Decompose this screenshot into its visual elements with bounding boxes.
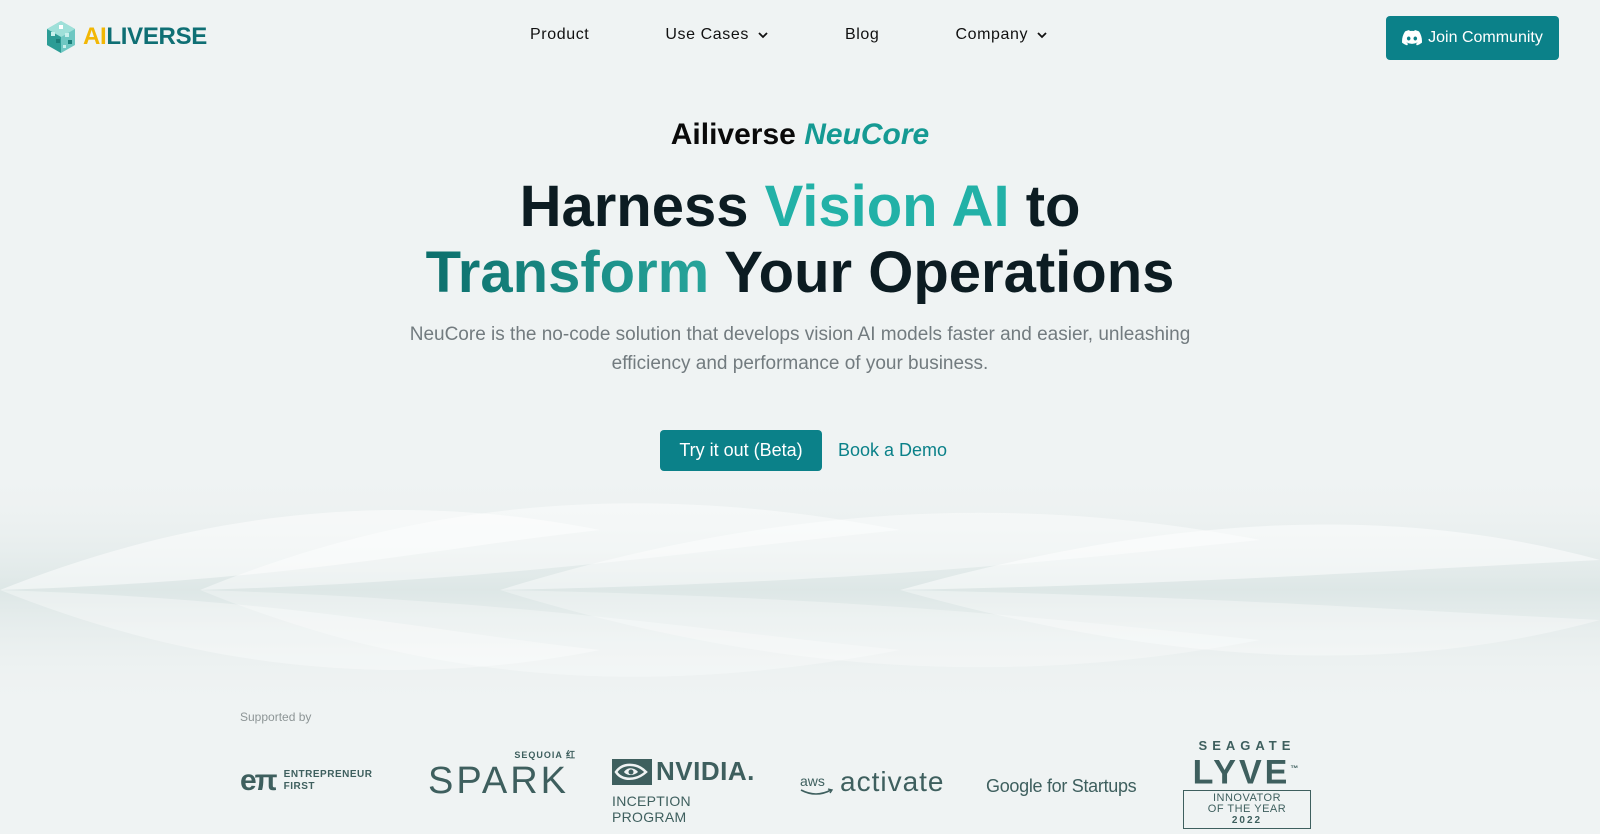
chevron-down-icon <box>1037 32 1047 39</box>
join-community-button[interactable]: Join Community <box>1386 16 1559 60</box>
logo-ai-text: AI <box>83 23 107 50</box>
headline-part3: Your Operations <box>724 240 1175 305</box>
decorative-wave-graphic <box>0 470 1600 710</box>
cube-logo-icon <box>47 21 75 53</box>
nvidia-inception-logo: NVIDIA. INCEPTION PROGRAM <box>612 756 762 825</box>
ef-line1: ENTREPRENEUR <box>283 769 373 780</box>
logo-wordmark: AILIVERSE <box>83 23 207 51</box>
headline-highlight-transform: Transform <box>425 240 710 305</box>
ailiverse-logo[interactable]: AILIVERSE <box>45 20 207 54</box>
discord-icon <box>1402 30 1423 46</box>
google-for-startups-logo: Google for Startups <box>986 776 1137 797</box>
nvidia-row: NVIDIA. <box>612 756 762 787</box>
aws-text: aws <box>800 773 825 789</box>
nav-company[interactable]: Company <box>955 26 1048 44</box>
lyve-tm: ™ <box>1290 764 1302 773</box>
join-community-label: Join Community <box>1428 29 1543 46</box>
try-beta-button[interactable]: Try it out (Beta) <box>660 430 822 471</box>
nav-company-label: Company <box>955 26 1029 43</box>
partner-logos: eπ ENTREPRENEUR FIRST SEQUOIA 红 SPARK NV… <box>240 738 1322 830</box>
aws-mark: aws <box>800 774 834 796</box>
aws-activate-logo: aws activate <box>800 768 945 796</box>
supported-by-label: Supported by <box>240 710 312 724</box>
entrepreneur-first-logo: eπ ENTREPRENEUR FIRST <box>240 764 372 798</box>
headline-part2: to <box>1025 174 1081 239</box>
lyve-wordmark: LYVE™ <box>1172 753 1322 792</box>
nav-blog-label: Blog <box>845 26 880 43</box>
google-startups-text: Google for Startups <box>986 776 1137 796</box>
nav-blog[interactable]: Blog <box>845 26 879 44</box>
nvidia-text: NVIDIA. <box>656 756 755 786</box>
innovator-line2: OF THE YEAR <box>1207 803 1287 816</box>
logo-rest-text: LIVERSE <box>106 23 207 50</box>
ef-mark: eπ <box>240 764 278 797</box>
nav-product-label: Product <box>530 26 590 43</box>
nav-product[interactable]: Product <box>530 26 589 44</box>
book-demo-link[interactable]: Book a Demo <box>838 440 947 461</box>
nav-use-cases[interactable]: Use Cases <box>665 26 769 44</box>
headline-highlight-vision: Vision AI <box>764 174 1010 239</box>
headline-part1: Harness <box>519 174 749 239</box>
try-beta-label: Try it out (Beta) <box>679 440 803 460</box>
inception-program-text: INCEPTION PROGRAM <box>612 793 691 825</box>
seagate-text: SEAGATE <box>1198 738 1296 753</box>
main-nav: Product Use Cases Blog Company <box>530 26 1048 44</box>
nav-use-cases-label: Use Cases <box>665 26 749 43</box>
product-eyebrow: Ailiverse NeuCore <box>0 118 1600 152</box>
nvidia-eye-icon <box>612 758 652 785</box>
spark-text: SPARK <box>428 760 570 802</box>
sequoia-spark-logo: SEQUOIA 红 SPARK <box>428 748 578 808</box>
lyve-text: LYVE <box>1192 753 1291 792</box>
hero-headline: Harness Vision AI to Transform Your Oper… <box>0 174 1600 306</box>
eyebrow-prefix: Ailiverse <box>670 118 796 151</box>
ef-text: ENTREPRENEUR FIRST <box>284 769 373 793</box>
eyebrow-highlight: NeuCore <box>804 118 930 151</box>
chevron-down-icon <box>758 32 768 39</box>
activate-text: activate <box>840 766 945 797</box>
ef-line2: FIRST <box>283 781 316 792</box>
innovator-year: 2022 <box>1231 815 1263 827</box>
aws-smile-icon <box>800 788 834 795</box>
hero-subtitle: NeuCore is the no-code solution that dev… <box>409 324 1191 374</box>
site-header: AILIVERSE Product Use Cases Blog Company… <box>0 0 1600 76</box>
seagate-lyve-logo: SEAGATE LYVE™ INNOVATOR OF THE YEAR 2022 <box>1172 738 1322 830</box>
innovator-badge: INNOVATOR OF THE YEAR 2022 <box>1183 790 1311 830</box>
